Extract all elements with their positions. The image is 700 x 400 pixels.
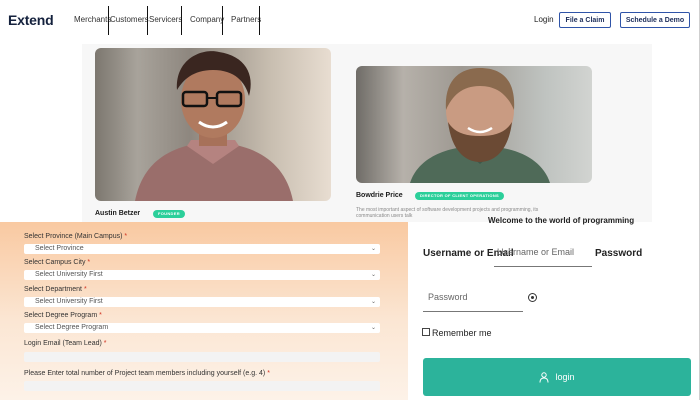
login-panel: Welcome to the world of programming User… [408,216,700,400]
user-icon [539,371,549,383]
department-label: Select Department * [24,286,87,293]
password-input[interactable]: Password [423,292,523,312]
role-badge-director: DIRECTOR OF CLIENT OPERATIONS [415,192,504,200]
nav-divider [108,6,109,35]
members-count-label: Please Enter total number of Project tea… [24,370,270,377]
nav-merchants[interactable]: Merchants [74,15,111,24]
chevron-down-icon: ⌄ [370,246,376,252]
city-select[interactable]: Select University First ⌄ [24,270,380,280]
username-input[interactable]: Username or Email [494,247,592,267]
chevron-down-icon: ⌄ [370,299,376,305]
registration-form: Select Province (Main Campus) * Select P… [0,222,408,400]
file-claim-button[interactable]: File a Claim [559,12,611,28]
role-badge-founder: FOUNDER [153,210,185,218]
team-member-photo [95,48,331,201]
nav-divider [259,6,260,35]
chevron-down-icon: ⌄ [370,325,376,331]
nav-divider [181,6,182,35]
login-button-label: login [555,372,575,382]
site-header: Extend Merchants Customers Servicers Com… [0,0,700,40]
remember-me-checkbox[interactable] [422,328,430,336]
department-select[interactable]: Select University First ⌄ [24,297,380,307]
page: Extend Merchants Customers Servicers Com… [0,0,700,400]
member-name-bowdrie: Bowdrie Price [356,192,403,199]
degree-select[interactable]: Select Degree Program ⌄ [24,323,380,333]
members-count-input[interactable] [24,381,380,391]
team-section: Austin Betzer FOUNDER Bowdrie Price DIRE… [82,44,652,222]
header-login-link[interactable]: Login [534,15,554,24]
login-button[interactable]: login [423,358,691,396]
extend-logo[interactable]: Extend [8,12,54,28]
nav-divider [222,6,223,35]
welcome-heading: Welcome to the world of programming [488,216,635,225]
nav-company[interactable]: Company [190,15,224,24]
password-label: Password [595,248,643,259]
member-name-austin: Austin Betzer [95,210,141,217]
team-lead-email-input[interactable] [24,352,380,362]
nav-partners[interactable]: Partners [231,15,261,24]
nav-divider [147,6,148,35]
nav-customers[interactable]: Customers [110,15,149,24]
person-illustration [410,68,550,183]
city-label: Select Campus City * [24,259,91,266]
nav-servicers[interactable]: Servicers [149,15,182,24]
email-label: Login Email (Team Lead) * [24,340,107,347]
province-select[interactable]: Select Province ⌄ [24,244,380,254]
degree-label: Select Degree Program * [24,312,102,319]
remember-me-label[interactable]: Remember me [432,328,492,338]
province-label: Select Province (Main Campus) * [24,233,128,240]
eye-icon[interactable] [528,293,537,302]
schedule-demo-button[interactable]: Schedule a Demo [620,12,690,28]
team-member-photo [356,66,592,183]
chevron-down-icon: ⌄ [370,272,376,278]
person-illustration [135,51,293,201]
